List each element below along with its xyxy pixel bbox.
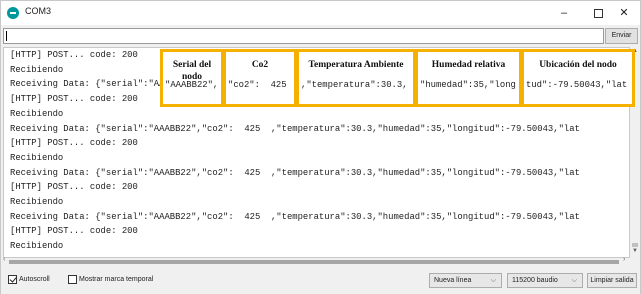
window-title: COM3 (25, 6, 52, 16)
arduino-icon (7, 7, 19, 19)
text-caret (6, 31, 7, 41)
bottom-bar: Autoscroll Mostrar marca temporal Nueva … (1, 267, 640, 294)
output-line: Recibiendo (10, 197, 64, 207)
clear-output-button[interactable]: Limpiar salida (587, 273, 637, 288)
scroll-down-icon[interactable]: ▼ (632, 248, 638, 254)
output-line: Receiving Data: {"serial":"AAABB22","co2… (10, 123, 580, 134)
send-bar: Enviar (1, 25, 640, 47)
output-line: Recibiendo (10, 108, 64, 119)
annotation-value: "co2": 425 (228, 80, 287, 90)
send-input[interactable] (3, 28, 604, 44)
annotation-value: ,"temperatura":30.3, (301, 80, 408, 90)
output-line: Receiving Data: {"serial":"AAABB22","co2… (10, 211, 580, 222)
output-line: [HTTP] POST... code: 200 (10, 226, 138, 237)
scroll-left-icon[interactable]: ‹ (3, 256, 5, 263)
serial-monitor-window: COM3 – ✕ Enviar [HTTP] POST... code: 200… (0, 0, 641, 294)
baud-rate-select[interactable]: 115200 baudio ⌵ (507, 273, 583, 288)
vertical-scroll-thumb[interactable] (632, 243, 638, 247)
minimize-button[interactable]: – (547, 1, 581, 25)
horizontal-scroll-thumb[interactable] (9, 260, 619, 264)
autoscroll-label: Autoscroll (19, 276, 50, 283)
annotation-label: Temperatura Ambiente (308, 60, 404, 70)
annotation-label: Humedad relativa (431, 60, 506, 70)
output-line: [HTTP] POST... code: 200 (10, 182, 138, 193)
annotation-value: "AAABB22", (165, 80, 219, 90)
output-line: [HTTP] POST... code: 200 (10, 94, 138, 105)
annotation-serial: Serial del nodo "AAABB22", (160, 49, 224, 107)
baud-rate-value: 115200 baudio (512, 277, 558, 284)
timestamp-label: Mostrar marca temporal (79, 276, 154, 283)
annotation-value: tud":-79.50043,"lat (526, 80, 628, 90)
annotation-label: Co2 (251, 60, 269, 70)
autoscroll-checkbox[interactable] (8, 275, 17, 284)
close-button[interactable]: ✕ (607, 1, 641, 25)
output-line: Recibiendo (10, 241, 64, 252)
annotation-humidity: Humedad relativa "humedad":35,"long (415, 49, 522, 107)
output-line: Recibiendo (10, 152, 64, 163)
horizontal-scrollbar[interactable]: ‹ › (3, 256, 630, 266)
title-bar: COM3 – ✕ (1, 1, 640, 25)
annotation-location: Ubicación del nodo tud":-79.50043,"lat (521, 49, 635, 107)
line-ending-select[interactable]: Nueva línea ⌵ (429, 273, 502, 288)
line-ending-value: Nueva línea (434, 277, 472, 284)
scroll-right-icon[interactable]: › (623, 256, 625, 263)
timestamp-checkbox[interactable] (68, 275, 77, 284)
annotation-temperature: Temperatura Ambiente ,"temperatura":30.3… (296, 49, 416, 107)
maximize-icon (593, 8, 603, 18)
annotation-co2: Co2 "co2": 425 (223, 49, 297, 107)
output-line: Recibiendo (10, 64, 64, 75)
output-line: Receiving Data: {"serial":"AAABB22","co2… (10, 167, 580, 178)
output-line: [HTTP] POST... code: 200 (10, 50, 138, 60)
chevron-down-icon: ⌵ (571, 277, 577, 284)
send-button[interactable]: Enviar (605, 28, 638, 44)
annotation-label: Ubicación del nodo (539, 60, 617, 70)
output-line: [HTTP] POST... code: 200 (10, 138, 138, 149)
chevron-down-icon: ⌵ (490, 277, 496, 284)
annotation-value: "humedad":35,"long (420, 80, 516, 90)
